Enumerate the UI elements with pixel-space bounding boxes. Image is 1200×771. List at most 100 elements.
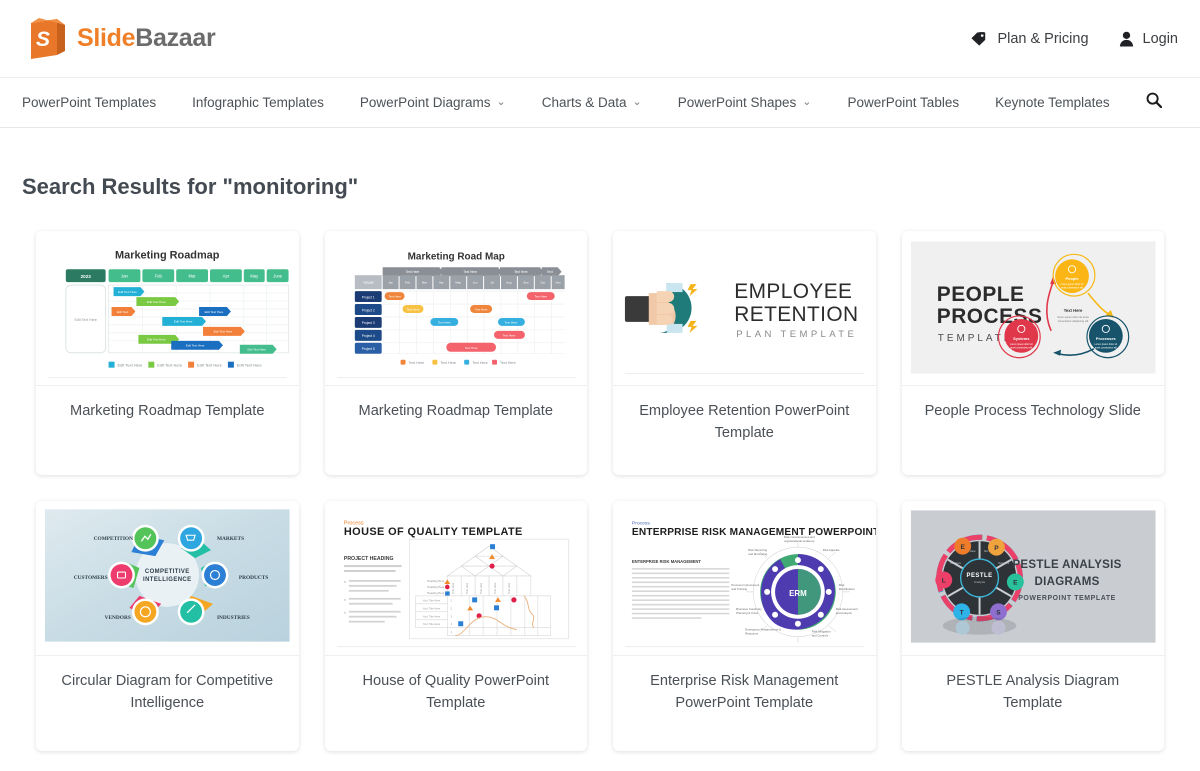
svg-text:Systems: Systems bbox=[1013, 335, 1030, 340]
svg-text:Feb: Feb bbox=[155, 273, 163, 278]
svg-text:Edit Text Here: Edit Text Here bbox=[147, 337, 166, 341]
site-logo[interactable]: S SlideBazaar bbox=[26, 17, 216, 61]
svg-text:VENDORS: VENDORS bbox=[105, 615, 131, 621]
svg-text:Text Here: Text Here bbox=[440, 361, 456, 365]
svg-text:Analysis: Analysis bbox=[974, 580, 986, 584]
circular-ci-illustration: COMPETITIVE INTELLIGENCE COMPETITION MAR… bbox=[36, 500, 299, 655]
thumbnail-employee-retention: EMPLOYEE RETENTION PLAN TEMPLATE bbox=[613, 231, 876, 386]
nav-label: PowerPoint Diagrams bbox=[359, 95, 491, 110]
plan-and-pricing-link[interactable]: Plan & Pricing bbox=[970, 30, 1089, 47]
svg-text:Project 3: Project 3 bbox=[361, 321, 374, 325]
result-card[interactable]: Process HOUSE OF QUALITY TEMPLATE PROJEC… bbox=[324, 500, 587, 751]
svg-text:Title Here: Title Here bbox=[493, 583, 497, 595]
nav-item-infographic-templates[interactable]: Infographic Templates bbox=[174, 78, 342, 127]
svg-text:Edit Text Here: Edit Text Here bbox=[157, 362, 183, 367]
nav-item-charts-and-data[interactable]: Charts & Data ⌄ bbox=[524, 78, 660, 127]
svg-text:Marketing Roadmap: Marketing Roadmap bbox=[115, 249, 220, 261]
svg-text:Processes: Processes bbox=[1095, 335, 1116, 340]
magnet-illustration: EMPLOYEE RETENTION PLAN TEMPLATE bbox=[613, 231, 876, 385]
result-card[interactable]: Process ENTERPRISE RISK MANAGEMENT POWER… bbox=[613, 500, 876, 751]
svg-text:and Controls: and Controls bbox=[812, 634, 829, 638]
svg-text:Apr: Apr bbox=[439, 280, 444, 284]
svg-text:Your Title Here: Your Title Here bbox=[422, 607, 440, 611]
svg-text:Project 1: Project 1 bbox=[361, 295, 374, 299]
svg-text:Text Here: Text Here bbox=[1063, 307, 1082, 312]
svg-text:Feb: Feb bbox=[404, 280, 409, 284]
svg-text:PEOPLE: PEOPLE bbox=[936, 283, 1024, 306]
result-card[interactable]: EMPLOYEE RETENTION PLAN TEMPLATE Employe… bbox=[613, 231, 876, 475]
plan-and-pricing-label: Plan & Pricing bbox=[997, 30, 1089, 47]
result-card[interactable]: PEOPLE PROCESS TEMPLATE People Lorem ips… bbox=[901, 231, 1164, 475]
svg-text:Title Here: Title Here bbox=[465, 583, 469, 595]
svg-text:organizational resiliency: organizational resiliency bbox=[784, 539, 815, 543]
thumbnail-pestle-analysis: PESTLE Analysis Text Here Text Here Text… bbox=[901, 500, 1164, 656]
slidebazaar-box-icon: S bbox=[26, 17, 68, 61]
result-card[interactable]: COMPETITIVE INTELLIGENCE COMPETITION MAR… bbox=[36, 500, 299, 751]
svg-text:Edit Text Here: Edit Text Here bbox=[247, 347, 266, 351]
svg-text:Title Here: Title Here bbox=[506, 583, 510, 595]
svg-text:PESTLE ANALYSIS: PESTLE ANALYSIS bbox=[1012, 559, 1121, 571]
svg-text:Edit Text Here: Edit Text Here bbox=[118, 362, 144, 367]
svg-text:Edit Text Here: Edit Text Here bbox=[214, 329, 233, 333]
svg-text:Risk Appetite: Risk Appetite bbox=[823, 548, 840, 552]
svg-text:Heading Here: Heading Here bbox=[427, 579, 445, 583]
svg-text:and Monitoring: and Monitoring bbox=[748, 552, 767, 556]
svg-text:Text Here: Text Here bbox=[949, 561, 961, 565]
gantt-blue-illustration: Marketing Road Map Text Here Text Here Te… bbox=[324, 231, 587, 385]
nav-item-powerpoint-diagrams[interactable]: PowerPoint Diagrams ⌄ bbox=[342, 78, 524, 127]
svg-text:Title Here: Title Here bbox=[479, 583, 483, 595]
svg-text:May: May bbox=[455, 280, 461, 284]
svg-text:Text Here: Text Here bbox=[463, 270, 477, 274]
svg-text:Text Here: Text Here bbox=[464, 345, 477, 349]
svg-text:P: P bbox=[994, 545, 999, 552]
search-button[interactable] bbox=[1128, 92, 1180, 113]
svg-text:and Training: and Training bbox=[731, 587, 747, 591]
svg-text:T: T bbox=[959, 610, 963, 617]
thumbnail-marketing-roadmap-blue: Marketing Road Map Text Here Text Here Te… bbox=[324, 231, 587, 386]
svg-text:Response: Response bbox=[745, 632, 758, 636]
svg-text:consectetur adipiscing elit: consectetur adipiscing elit bbox=[1057, 318, 1088, 322]
svg-text:Edit Text Here: Edit Text Here bbox=[186, 343, 205, 347]
svg-text:Text Here: Text Here bbox=[500, 361, 516, 365]
svg-text:E: E bbox=[1013, 580, 1018, 587]
svg-text:YEAR: YEAR bbox=[362, 280, 373, 285]
result-card[interactable]: Marketing Road Map Text Here Text Here Te… bbox=[324, 231, 587, 475]
header-links: Plan & Pricing Login bbox=[970, 31, 1178, 47]
nav-item-powerpoint-shapes[interactable]: PowerPoint Shapes ⌄ bbox=[660, 78, 830, 127]
chevron-down-icon: ⌄ bbox=[496, 96, 506, 108]
svg-text:People: People bbox=[1065, 276, 1079, 281]
result-card[interactable]: Marketing Roadmap 2023 Jan Feb Mar Apr May J… bbox=[36, 231, 299, 475]
svg-text:RETENTION: RETENTION bbox=[734, 302, 858, 325]
nav-item-powerpoint-templates[interactable]: PowerPoint Templates bbox=[22, 78, 174, 127]
svg-text:Jul: Jul bbox=[490, 280, 494, 284]
svg-text:Text Here: Text Here bbox=[504, 320, 517, 324]
svg-text:Nov: Nov bbox=[555, 280, 561, 284]
thumbnail-enterprise-risk-management: Process ENTERPRISE RISK MANAGEMENT POWER… bbox=[613, 500, 876, 656]
svg-text:Text Here: Text Here bbox=[998, 561, 1010, 565]
login-link[interactable]: Login bbox=[1119, 31, 1178, 47]
svg-text:Heading Here: Heading Here bbox=[427, 591, 445, 595]
svg-text:Edit Text Here: Edit Text Here bbox=[205, 309, 224, 313]
svg-text:Text Here: Text Here bbox=[474, 307, 487, 311]
nav-label: PowerPoint Tables bbox=[847, 95, 960, 110]
nav-item-powerpoint-tables[interactable]: PowerPoint Tables bbox=[830, 78, 978, 127]
svg-text:Edit Text: Edit Text bbox=[117, 309, 129, 313]
nav-label: PowerPoint Shapes bbox=[677, 95, 797, 110]
svg-text:INDUSTRIES: INDUSTRIES bbox=[217, 615, 250, 621]
svg-text:Text Here: Text Here bbox=[406, 307, 419, 311]
result-card[interactable]: PESTLE Analysis Text Here Text Here Text… bbox=[901, 500, 1164, 751]
svg-text:amet consectetur elit: amet consectetur elit bbox=[1010, 346, 1032, 349]
svg-text:Project 2: Project 2 bbox=[361, 308, 374, 312]
nav-label: PowerPoint Templates bbox=[22, 95, 157, 110]
svg-text:Mar: Mar bbox=[421, 280, 426, 284]
result-card-title: Marketing Roadmap Template bbox=[70, 403, 265, 419]
svg-text:PLAN TEMPLATE: PLAN TEMPLATE bbox=[736, 328, 857, 339]
svg-text:Your Title Here: Your Title Here bbox=[422, 615, 440, 619]
svg-text:Sep: Sep bbox=[523, 280, 529, 284]
nav-item-keynote-templates[interactable]: Keynote Templates bbox=[977, 78, 1128, 127]
svg-text:INTELLIGENCE: INTELLIGENCE bbox=[143, 577, 191, 583]
logo-text-slide: Slide bbox=[77, 24, 136, 52]
svg-text:Text Here: Text Here bbox=[472, 361, 488, 365]
svg-text:HOUSE OF QUALITY TEMPLATE: HOUSE OF QUALITY TEMPLATE bbox=[343, 527, 522, 539]
svg-text:S: S bbox=[36, 28, 50, 51]
